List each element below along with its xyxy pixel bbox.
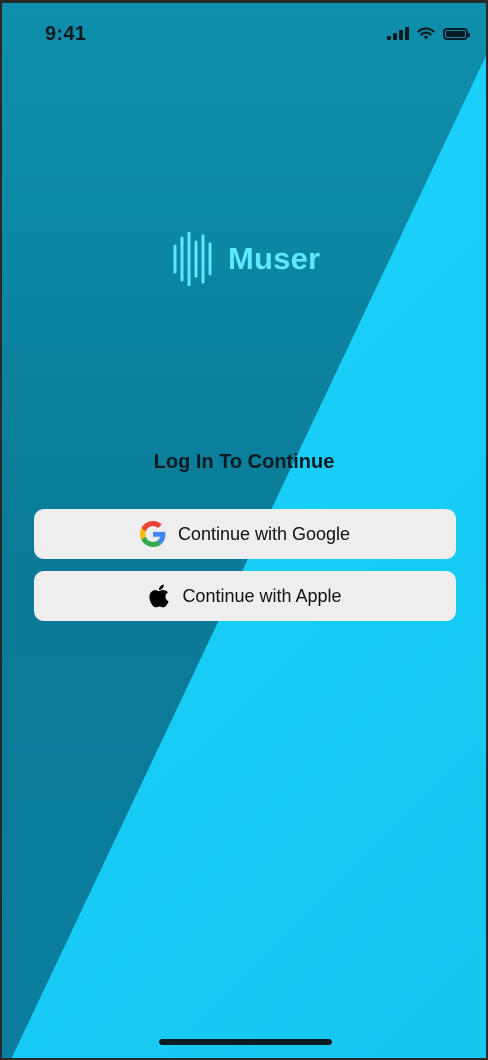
- home-indicator[interactable]: [159, 1039, 332, 1045]
- apple-icon: [149, 584, 170, 608]
- continue-with-apple-button[interactable]: Continue with Apple: [34, 571, 456, 621]
- google-button-label: Continue with Google: [177, 523, 351, 544]
- status-icons: [387, 27, 470, 40]
- brand-logo: Muser: [172, 232, 320, 286]
- google-icon: [139, 521, 166, 547]
- signal-icon: [387, 27, 409, 40]
- status-time: 9:41: [45, 23, 87, 45]
- status-bar: 9:41: [2, 3, 486, 65]
- apple-button-label: Continue with Apple: [182, 585, 342, 606]
- battery-icon: [443, 27, 470, 40]
- phone-screen: 9:41 Muser Log In To Continue Continue w…: [2, 3, 486, 1058]
- soundwave-logo-icon: [173, 232, 212, 286]
- brand-name: Muser: [228, 241, 321, 276]
- wifi-icon: [417, 27, 435, 40]
- login-heading: Log In To Continue: [153, 451, 335, 473]
- continue-with-google-button[interactable]: Continue with Google: [34, 509, 456, 559]
